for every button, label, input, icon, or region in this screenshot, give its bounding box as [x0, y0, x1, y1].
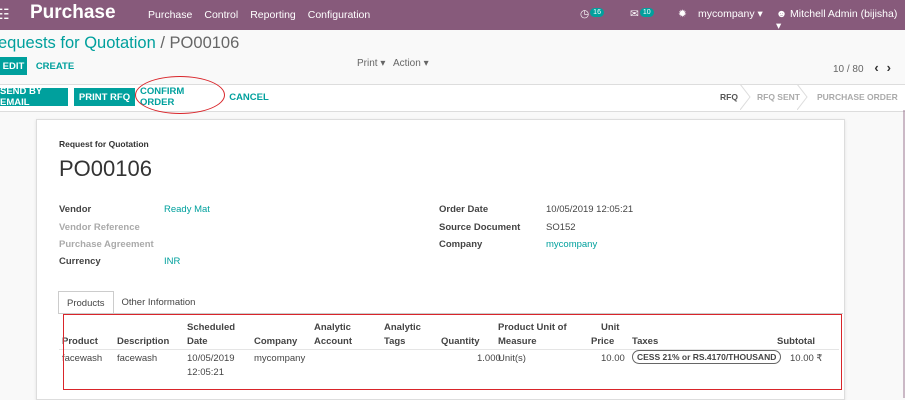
- action-label: Action: [393, 58, 421, 69]
- clock-icon: ◷: [580, 8, 590, 20]
- chat-icon: ✉: [630, 8, 639, 20]
- highlight-box: [63, 314, 842, 390]
- cancel-button[interactable]: CANCEL: [228, 88, 270, 106]
- order-date-label: Order Date: [439, 204, 489, 215]
- stage-rfq[interactable]: RFQ: [720, 92, 738, 102]
- source-document-value: SO152: [546, 222, 576, 233]
- menu-control[interactable]: Control: [204, 9, 238, 21]
- currency-label: Currency: [59, 256, 101, 267]
- vendor-value[interactable]: Ready Mat: [164, 204, 210, 215]
- vendor-reference-label: Vendor Reference: [59, 222, 140, 233]
- tab-other-information[interactable]: Other Information: [114, 291, 204, 314]
- breadcrumb-separator: /: [160, 34, 165, 52]
- currency-value[interactable]: INR: [164, 256, 180, 267]
- main-menu: Purchase Control Reporting Configuration: [148, 9, 370, 21]
- caret-down-icon: ▾: [423, 58, 429, 69]
- user-name: Mitchell Admin (bijisha): [789, 8, 898, 20]
- app-name[interactable]: Purchase: [30, 2, 116, 24]
- menu-purchase[interactable]: Purchase: [148, 9, 192, 21]
- document-type: Request for Quotation: [59, 139, 149, 149]
- pager: 10 / 80 ‹ ›: [833, 60, 891, 75]
- avatar: ☻: [776, 8, 788, 20]
- print-rfq-button[interactable]: PRINT RFQ: [74, 88, 135, 106]
- stage-separator-icon: [797, 84, 808, 110]
- caret-down-icon: ▾: [776, 20, 782, 32]
- menu-configuration[interactable]: Configuration: [308, 9, 370, 21]
- print-dropdown[interactable]: Print ▾: [357, 58, 385, 69]
- company-name: mycompany: [698, 8, 755, 20]
- vendor-label: Vendor: [59, 204, 92, 215]
- company-label: Company: [439, 239, 483, 250]
- tab-products[interactable]: Products: [58, 291, 114, 314]
- pager-value[interactable]: 10 / 80: [833, 64, 864, 75]
- bug-icon[interactable]: ✹: [678, 8, 687, 20]
- activity-badge: 16: [590, 8, 604, 17]
- send-by-email-button[interactable]: SEND BY EMAIL: [0, 86, 68, 108]
- messages-badge: 10: [639, 8, 654, 17]
- highlight-oval: [135, 76, 225, 114]
- chevron-left-icon[interactable]: ‹: [874, 60, 878, 75]
- edit-button[interactable]: EDIT: [0, 57, 27, 75]
- menu-reporting[interactable]: Reporting: [250, 9, 296, 21]
- user-menu[interactable]: ☻ Mitchell Admin (bijisha) ▾: [776, 8, 905, 32]
- order-date-value: 10/05/2019 12:05:21: [546, 204, 634, 215]
- stage-purchase-order[interactable]: PURCHASE ORDER: [817, 92, 898, 102]
- company-value[interactable]: mycompany: [546, 239, 597, 250]
- purchase-agreement-label: Purchase Agreement: [59, 239, 154, 250]
- stage-separator-icon: [740, 84, 751, 110]
- chevron-right-icon[interactable]: ›: [887, 60, 891, 75]
- apps-grid-icon[interactable]: ☷: [0, 7, 11, 21]
- action-dropdown[interactable]: Action ▾: [393, 58, 429, 69]
- caret-down-icon: ▾: [380, 58, 386, 69]
- breadcrumb: equests for Quotation / PO00106: [0, 34, 239, 53]
- top-navbar: ☷ Purchase Purchase Control Reporting Co…: [0, 0, 905, 32]
- activity-button[interactable]: ◷ 16: [580, 8, 604, 20]
- messages-button[interactable]: ✉ 10: [630, 8, 654, 20]
- create-button[interactable]: CREATE: [35, 57, 75, 75]
- source-document-label: Source Document: [439, 222, 521, 233]
- notebook-tabs: Products Other Information: [58, 291, 203, 314]
- company-switcher[interactable]: mycompany ▾: [698, 8, 763, 20]
- breadcrumb-current: PO00106: [169, 34, 240, 52]
- breadcrumb-parent[interactable]: equests for Quotation: [0, 34, 156, 52]
- document-number: PO00106: [59, 156, 152, 181]
- caret-down-icon: ▾: [757, 8, 763, 20]
- stage-rfq-sent[interactable]: RFQ SENT: [757, 92, 800, 102]
- print-label: Print: [357, 58, 378, 69]
